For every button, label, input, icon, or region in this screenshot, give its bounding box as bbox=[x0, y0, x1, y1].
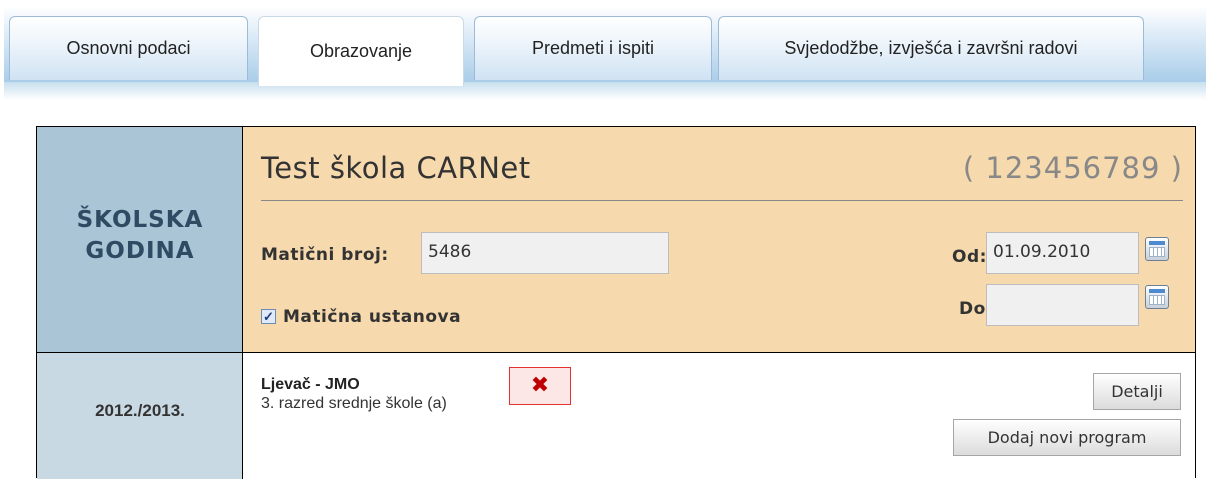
delete-program-button[interactable]: ✖ bbox=[509, 367, 571, 405]
education-table: ŠKOLSKA GODINA Test škola CARNet ( 123456… bbox=[36, 126, 1196, 479]
details-button[interactable]: Detalji bbox=[1093, 373, 1181, 410]
home-institution-checkbox[interactable]: ✓ bbox=[261, 309, 276, 324]
divider bbox=[261, 200, 1183, 201]
tab-label: Svjedodžbe, izvješća i završni radovi bbox=[784, 38, 1078, 58]
tab-bar: Osnovni podaci Obrazovanje Predmeti i is… bbox=[0, 0, 1206, 100]
tab-label: Osnovni podaci bbox=[66, 38, 191, 58]
tab-osnovni-podaci[interactable]: Osnovni podaci bbox=[9, 16, 248, 80]
tab-label: Predmeti i ispiti bbox=[531, 38, 655, 58]
registration-number-field[interactable]: 5486 bbox=[421, 232, 669, 274]
add-program-button[interactable]: Dodaj novi program bbox=[953, 419, 1181, 456]
program-name: Ljevač - JMO bbox=[261, 376, 360, 393]
program-class: 3. razred srednje škole (a) bbox=[261, 395, 447, 412]
school-year: 2012./2013. bbox=[95, 401, 185, 420]
date-from-field[interactable]: 01.09.2010 bbox=[986, 232, 1139, 274]
tab-bar-fade bbox=[4, 82, 1206, 100]
home-institution-label: Matična ustanova bbox=[283, 307, 462, 327]
tab-obrazovanje[interactable]: Obrazovanje bbox=[258, 16, 464, 86]
program-cell: Ljevač - JMO 3. razred srednje škole (a)… bbox=[243, 353, 1195, 479]
school-name: Test škola CARNet bbox=[261, 151, 531, 185]
calendar-icon[interactable] bbox=[1145, 285, 1169, 309]
school-year-heading: ŠKOLSKA GODINA bbox=[76, 207, 204, 264]
tab-predmeti-i-ispiti[interactable]: Predmeti i ispiti bbox=[474, 16, 712, 80]
calendar-icon[interactable] bbox=[1145, 237, 1169, 261]
school-info-panel: Test škola CARNet ( 123456789 ) Matični … bbox=[243, 127, 1195, 353]
date-to-field[interactable] bbox=[986, 284, 1139, 326]
registration-number-label: Matični broj: bbox=[261, 245, 389, 265]
date-from-label: Od: bbox=[952, 247, 987, 267]
close-icon: ✖ bbox=[530, 373, 550, 398]
school-code: ( 123456789 ) bbox=[962, 151, 1183, 185]
tab-svjedodzbe[interactable]: Svjedodžbe, izvješća i završni radovi bbox=[718, 16, 1144, 80]
year-cell: 2012./2013. bbox=[37, 353, 243, 479]
school-year-header-cell: ŠKOLSKA GODINA bbox=[37, 127, 243, 353]
tab-label: Obrazovanje bbox=[309, 41, 413, 61]
